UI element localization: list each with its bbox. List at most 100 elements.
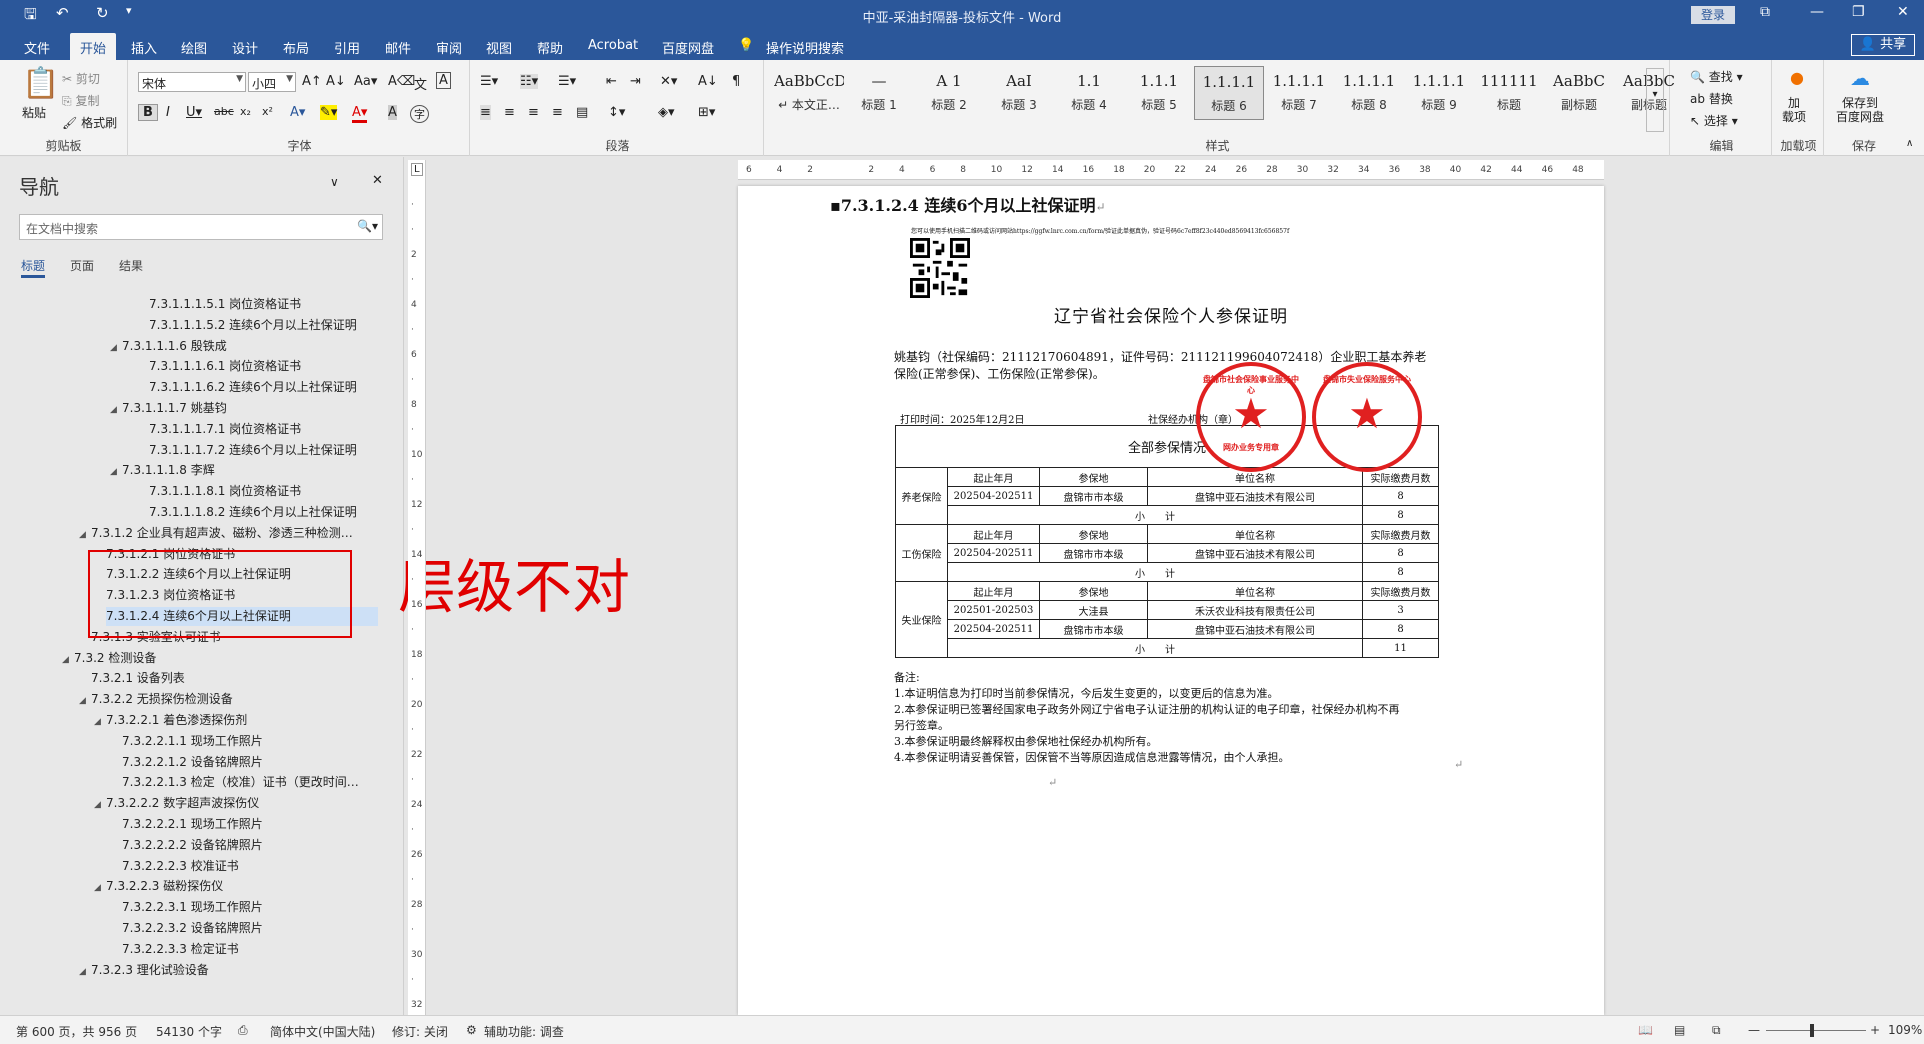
nav-heading-item[interactable]: 7.3.2.2.1.1 现场工作照片 [122,732,263,751]
style-item[interactable]: AaBbC 副标题 [1544,66,1614,120]
tab-layout[interactable]: 布局 [283,38,309,57]
collapse-triangle-icon[interactable]: ◢ [94,879,106,898]
nav-heading-item[interactable]: 7.3.1.1.1.5.1 岗位资格证书 [149,295,301,314]
tab-mailings[interactable]: 邮件 [385,38,411,57]
tab-home[interactable]: 开始 [70,33,117,60]
nav-heading-item[interactable]: 7.3.1.1.1.7.1 岗位资格证书 [149,420,301,439]
zoom-out-button[interactable]: — [1748,1023,1760,1037]
page-count[interactable]: 第 600 页，共 956 页 [16,1023,137,1040]
change-case-icon[interactable]: Aa▾ [354,74,377,89]
style-item[interactable]: 1.1.1.1 标题 9 [1404,66,1474,120]
nav-heading-item[interactable]: 7.3.2.2.2.3 校准证书 [122,857,239,876]
collapse-triangle-icon[interactable]: ◢ [94,796,106,815]
style-item[interactable]: 111111 标题 [1474,66,1544,120]
tab-acrobat[interactable]: Acrobat [588,38,638,53]
zoom-slider[interactable] [1766,1030,1866,1031]
nav-heading-item[interactable]: 7.3.2.2.3.2 设备铭牌照片 [122,919,263,938]
print-layout-icon[interactable]: ▤ [1674,1023,1685,1037]
char-shading-icon[interactable]: A [388,105,397,120]
nav-tab-headings[interactable]: 标题 [21,257,46,278]
zoom-level[interactable]: 109% [1888,1023,1922,1037]
collapse-triangle-icon[interactable]: ◢ [110,339,122,358]
collapse-triangle-icon[interactable]: ◢ [94,713,106,732]
nav-heading-item[interactable]: 7.3.2.1 设备列表 [91,669,185,688]
track-changes-status[interactable]: 修订: 关闭 [392,1023,448,1040]
enclose-char-icon[interactable]: 字 [410,105,429,123]
chevron-down-icon[interactable]: ∨ [330,175,339,189]
style-item[interactable]: 1.1.1 标题 5 [1124,66,1194,120]
tab-file[interactable]: 文件 [24,38,50,57]
highlight-icon[interactable]: ✎▾ [320,105,338,120]
nav-heading-item[interactable]: ◢ 7.3.2 检测设备 [62,649,156,668]
nav-heading-item[interactable]: 7.3.1.1.1.7.2 连续6个月以上社保证明 [149,441,357,460]
shading-icon[interactable]: ◈▾ [658,105,675,120]
baidu-cloud-icon[interactable]: ☁ [1850,66,1870,90]
distributed-icon[interactable]: ▤ [576,105,588,120]
superscript-button[interactable]: x² [262,105,273,118]
addins-button[interactable]: 加 载项 [1782,96,1806,124]
shrink-font-icon[interactable]: A↓ [326,74,346,89]
grow-font-icon[interactable]: A↑ [302,74,322,89]
nav-heading-item[interactable]: ◢ 7.3.1.1.1.6 殷铁成 [110,337,227,356]
nav-scrollbar[interactable] [384,267,398,987]
restore-button[interactable]: ❐ [1852,4,1865,20]
decrease-indent-icon[interactable]: ⇤ [606,74,617,89]
minimize-button[interactable]: — [1810,4,1824,20]
nav-heading-item[interactable]: ◢ 7.3.2.2.3 磁粉探伤仪 [94,877,223,896]
tell-me-search[interactable]: 操作说明搜索 [766,38,844,57]
style-item[interactable]: 1.1.1.1 标题 8 [1334,66,1404,120]
collapse-triangle-icon[interactable]: ◢ [79,692,91,711]
document-page[interactable]: ▪7.3.1.2.4 连续6个月以上社保证明↵ 您可以使用手机扫描二维码或访问网… [738,186,1604,1015]
font-name-combo[interactable]: 宋体 ▼ [138,72,246,92]
style-item[interactable]: 1.1.1.1 标题 6 [1194,66,1264,120]
nav-heading-item[interactable]: 7.3.2.2.3.1 现场工作照片 [122,898,263,917]
nav-heading-item[interactable]: ◢ 7.3.2.2.2 数字超声波探伤仪 [94,794,259,813]
read-mode-icon[interactable]: 📖 [1638,1023,1653,1037]
format-painter-button[interactable]: 🖌 格式刷 [62,114,117,131]
borders-icon[interactable]: ⊞▾ [698,105,715,120]
select-button[interactable]: ↖ 选择 ▾ [1690,112,1738,129]
paste-button[interactable]: 粘贴 [22,104,46,121]
login-button[interactable]: 登录 [1691,6,1735,24]
accessibility-status[interactable]: 辅助功能: 调查 [484,1023,564,1040]
align-center-icon[interactable]: ≡ [504,105,515,120]
collapse-triangle-icon[interactable]: ◢ [79,963,91,982]
save-to-baidu-button[interactable]: 保存到 百度网盘 [1836,96,1884,124]
close-button[interactable]: ✕ [1897,4,1909,20]
tab-view[interactable]: 视图 [486,38,512,57]
bullets-icon[interactable]: ☰▾ [480,74,498,89]
word-count[interactable]: 54130 个字 [156,1023,222,1040]
nav-heading-item[interactable]: 7.3.2.2.1.2 设备铭牌照片 [122,753,263,772]
style-item[interactable]: 1.1.1.1 标题 7 [1264,66,1334,120]
nav-heading-item[interactable]: 7.3.1.1.1.6.1 岗位资格证书 [149,357,301,376]
tab-help[interactable]: 帮助 [537,38,563,57]
style-item[interactable]: A 1 标题 2 [914,66,984,120]
nav-heading-item[interactable]: 7.3.2.2.1.3 检定（校准）证书（更改时间… [122,773,359,792]
replace-button[interactable]: ab 替换 [1690,90,1733,107]
tab-insert[interactable]: 插入 [131,38,157,57]
close-icon[interactable]: ✕ [372,173,383,188]
text-effects-icon[interactable]: A▾ [290,105,305,120]
accessibility-icon[interactable]: ⚙ [466,1023,477,1037]
tab-selector[interactable]: L [411,163,423,176]
justify-icon[interactable]: ≡ [552,105,563,120]
sort-icon[interactable]: A↓ [698,74,718,89]
ribbon-display-icon[interactable]: ⧉ [1760,4,1770,20]
zoom-slider-thumb[interactable] [1810,1024,1814,1037]
bold-button[interactable]: B [138,104,158,121]
nav-heading-item[interactable]: ◢ 7.3.1.2 企业具有超声波、磁粉、渗透三种检测… [79,524,353,543]
nav-heading-item[interactable]: ◢ 7.3.1.1.1.7 姚基钧 [110,399,227,418]
language-indicator[interactable]: 简体中文(中国大陆) [270,1023,375,1040]
addins-icon[interactable]: ● [1790,68,1804,87]
strikethrough-button[interactable]: abc [214,105,234,118]
multilevel-list-icon[interactable]: ☰▾ [558,74,576,89]
increase-indent-icon[interactable]: ⇥ [630,74,641,89]
phonetic-guide-icon[interactable]: 文 [414,74,427,93]
web-layout-icon[interactable]: ⧉ [1712,1023,1721,1038]
tab-references[interactable]: 引用 [334,38,360,57]
line-spacing-icon[interactable]: ↕▾ [608,105,625,120]
nav-heading-item[interactable]: ◢ 7.3.2.3 理化试验设备 [79,961,209,980]
collapse-triangle-icon[interactable]: ◢ [110,463,122,482]
nav-tab-results[interactable]: 结果 [119,257,143,274]
align-right-icon[interactable]: ≡ [528,105,539,120]
